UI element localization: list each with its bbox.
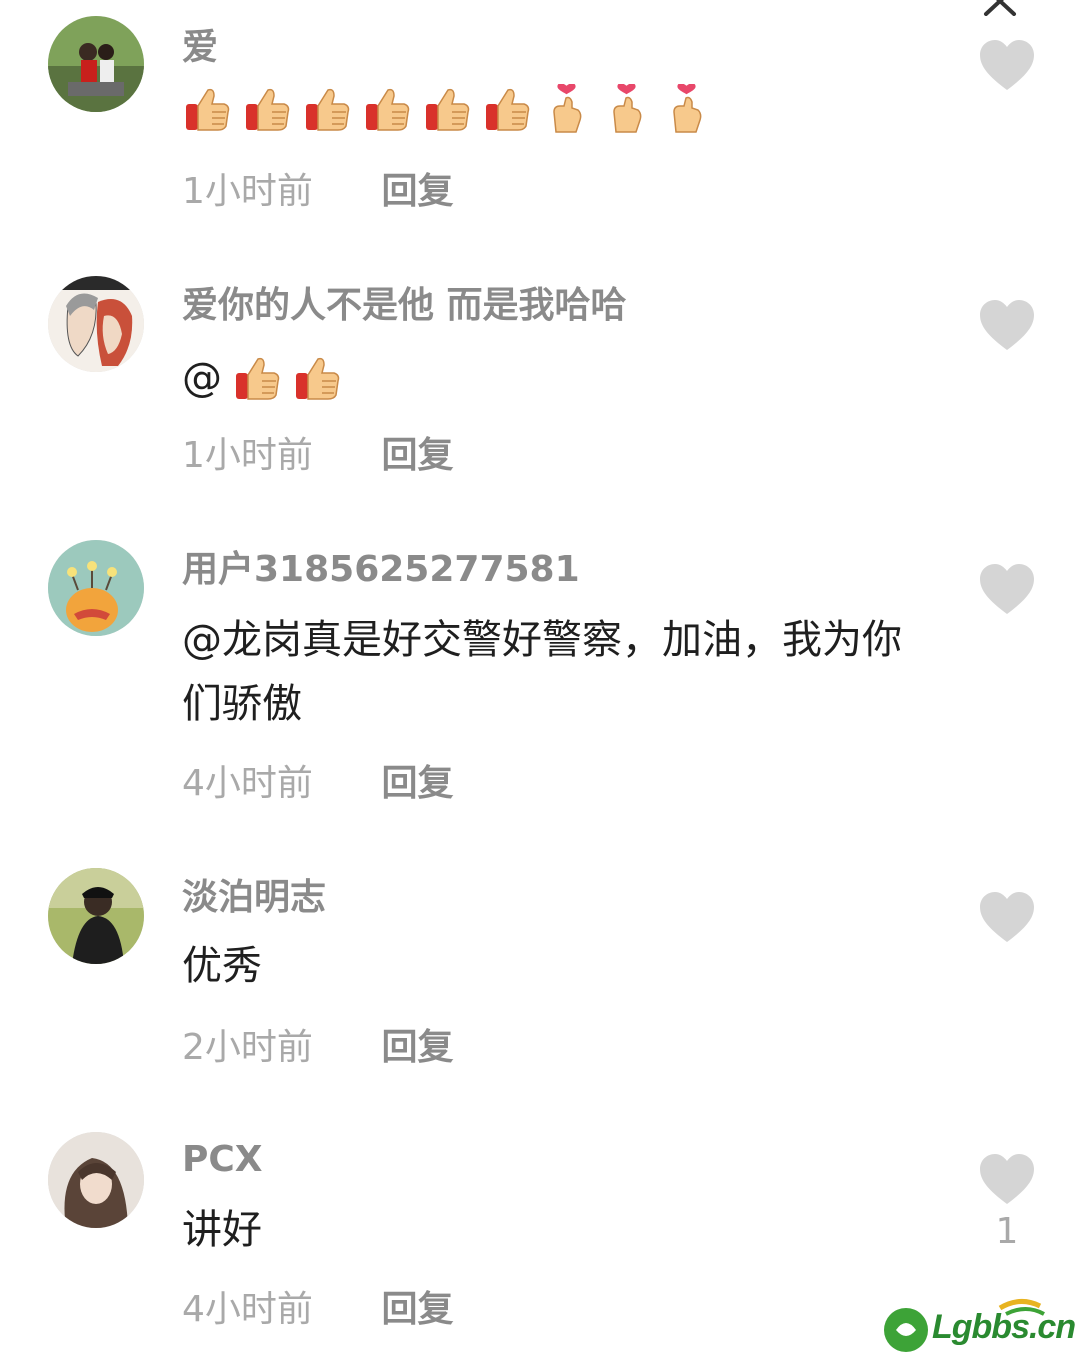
comment-username[interactable]: 用户3185625277581 bbox=[182, 548, 580, 592]
reply-button[interactable]: 回复 bbox=[381, 763, 453, 804]
close-icon[interactable] bbox=[980, 0, 1020, 16]
thumbs-up-icon bbox=[232, 353, 282, 403]
heart-icon bbox=[980, 892, 1034, 942]
reply-button[interactable]: 回复 bbox=[381, 435, 453, 476]
thumbs-up-icon bbox=[422, 84, 472, 134]
comment-timestamp: 1小时前 bbox=[182, 171, 313, 212]
like-button[interactable] bbox=[978, 1152, 1036, 1206]
thumbs-up-icon bbox=[302, 84, 352, 134]
avatar[interactable] bbox=[48, 16, 144, 112]
reply-button[interactable]: 回复 bbox=[381, 1027, 453, 1068]
comment-username[interactable]: 爱 bbox=[182, 26, 218, 70]
comment-timestamp: 4小时前 bbox=[182, 763, 313, 804]
avatar[interactable] bbox=[48, 868, 144, 964]
comment-meta: 1小时前 回复 bbox=[182, 168, 453, 216]
thumbs-up-icon bbox=[182, 84, 232, 134]
watermark-logo: Lgbbs.cn bbox=[880, 1296, 1076, 1358]
finger-heart-icon bbox=[602, 84, 652, 134]
comment-meta: 4小时前 回复 bbox=[182, 760, 453, 808]
comment-content bbox=[182, 84, 912, 134]
like-button[interactable] bbox=[978, 890, 1036, 944]
heart-icon bbox=[980, 564, 1034, 614]
comment-username[interactable]: PCX bbox=[182, 1138, 263, 1182]
thumbs-up-icon bbox=[242, 84, 292, 134]
reply-button[interactable]: 回复 bbox=[381, 171, 453, 212]
comment-content: @ bbox=[182, 346, 912, 410]
comment-meta: 2小时前 回复 bbox=[182, 1024, 453, 1072]
comment-meta: 1小时前 回复 bbox=[182, 432, 453, 480]
watermark-text: Lgbbs.cn bbox=[932, 1308, 1076, 1346]
comment-content: 优秀 bbox=[182, 943, 262, 989]
thumbs-up-icon bbox=[482, 84, 532, 134]
comment-username[interactable]: 爱你的人不是他 而是我哈哈 bbox=[182, 284, 627, 328]
comment-content: @龙岗真是好交警好警察，加油，我为你们骄傲 bbox=[182, 617, 902, 727]
header-strip bbox=[0, 0, 1080, 40]
like-button[interactable] bbox=[978, 298, 1036, 352]
finger-heart-icon bbox=[542, 84, 592, 134]
like-count: 1 bbox=[995, 1211, 1019, 1252]
finger-heart-icon bbox=[662, 84, 712, 134]
comment-timestamp: 1小时前 bbox=[182, 435, 313, 476]
comment-content: 讲好 bbox=[182, 1207, 262, 1253]
avatar[interactable] bbox=[48, 1132, 144, 1228]
thumbs-up-icon bbox=[362, 84, 412, 134]
comment-timestamp: 2小时前 bbox=[182, 1027, 313, 1068]
thumbs-up-icon bbox=[292, 353, 342, 403]
heart-icon bbox=[980, 1154, 1034, 1204]
comment-username[interactable]: 淡泊明志 bbox=[182, 876, 326, 920]
mention-prefix: @ bbox=[182, 355, 222, 401]
avatar[interactable] bbox=[48, 276, 144, 372]
avatar[interactable] bbox=[48, 540, 144, 636]
comment-timestamp: 4小时前 bbox=[182, 1289, 313, 1330]
like-button[interactable] bbox=[978, 562, 1036, 616]
heart-icon bbox=[980, 300, 1034, 350]
comment-meta: 4小时前 回复 bbox=[182, 1286, 453, 1334]
like-button[interactable] bbox=[978, 38, 1036, 92]
heart-icon bbox=[980, 40, 1034, 90]
reply-button[interactable]: 回复 bbox=[381, 1289, 453, 1330]
